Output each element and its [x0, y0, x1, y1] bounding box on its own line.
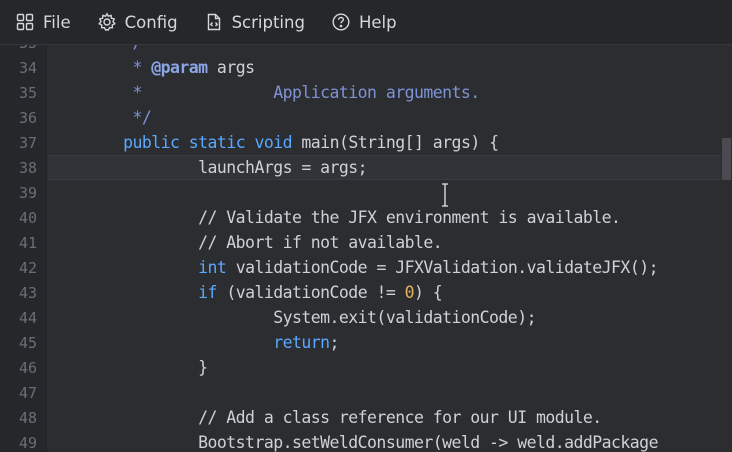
code-line: 40 // Validate the JFX environment is av…	[0, 205, 732, 230]
menu-help[interactable]: Help	[315, 0, 407, 45]
code-text: // Abort if not available.	[48, 233, 443, 252]
menu-bar: File Config Scripting Help	[0, 0, 732, 45]
scrollbar-thumb[interactable]	[722, 138, 731, 180]
menu-help-label: Help	[358, 12, 397, 32]
code-text: }	[48, 358, 208, 377]
code-text: * @param args	[48, 58, 255, 77]
code-line: 43 if (validationCode != 0) {	[0, 280, 732, 305]
line-number: 34	[19, 58, 38, 77]
line-number: 49	[19, 433, 38, 452]
line-number: 46	[19, 358, 38, 377]
line-number: 40	[19, 208, 38, 227]
menu-config-label: Config	[124, 12, 178, 32]
code-line: 39	[0, 180, 732, 205]
code-text: int validationCode = JFXValidation.valid…	[198, 258, 658, 277]
script-file-icon	[204, 12, 224, 32]
line-number: 47	[19, 383, 38, 402]
menu-file[interactable]: File	[0, 0, 81, 45]
gear-icon	[97, 12, 117, 32]
code-text: Bootstrap.setWeldConsumer(weld -> weld.a…	[48, 433, 658, 452]
line-number: 35	[19, 83, 38, 102]
code-line: 33 /	[0, 45, 732, 55]
code-text: public static void main(String[] args) {	[123, 133, 499, 152]
code-text: if (validationCode != 0) {	[198, 283, 443, 302]
code-text: /	[48, 45, 142, 55]
code-line: 41 // Abort if not available.	[0, 230, 732, 255]
code-text: return;	[273, 333, 339, 352]
code-lines: 33 / 34 * @param args 35 * Application a…	[0, 45, 732, 452]
line-number: 45	[19, 333, 38, 352]
grid-icon	[15, 12, 35, 32]
code-text: // Add a class reference for our UI modu…	[48, 408, 602, 427]
menu-file-label: File	[43, 12, 71, 32]
help-circle-icon	[331, 12, 351, 32]
line-number: 48	[19, 408, 38, 427]
code-line-current: 38 launchArgs = args;	[0, 155, 732, 180]
code-line: 42 int validationCode = JFXValidation.va…	[0, 255, 732, 280]
text-cursor-icon	[442, 183, 448, 207]
menu-scripting-label: Scripting	[231, 12, 305, 32]
code-line: 34 * @param args	[0, 55, 732, 80]
code-editor[interactable]: 33 / 34 * @param args 35 * Application a…	[0, 45, 732, 452]
line-number: 39	[19, 183, 38, 202]
code-text: System.exit(validationCode);	[48, 308, 536, 327]
line-number: 33	[0, 45, 47, 52]
code-text: */	[48, 108, 152, 127]
code-line: 44 System.exit(validationCode);	[0, 305, 732, 330]
menu-scripting[interactable]: Scripting	[188, 0, 315, 45]
code-line: 46 }	[0, 355, 732, 380]
code-line: 37 public static void main(String[] args…	[0, 130, 732, 155]
line-number: 42	[19, 258, 38, 277]
code-text: * Application arguments.	[48, 83, 480, 102]
line-number: 38	[19, 158, 38, 177]
code-line: 48 // Add a class reference for our UI m…	[0, 405, 732, 430]
line-number: 44	[19, 308, 38, 327]
code-text: launchArgs = args;	[48, 158, 368, 177]
code-line: 47	[0, 380, 732, 405]
code-line: 49 Bootstrap.setWeldConsumer(weld -> wel…	[0, 430, 732, 452]
line-number: 43	[19, 283, 38, 302]
code-line: 35 * Application arguments.	[0, 80, 732, 105]
menu-config[interactable]: Config	[81, 0, 188, 45]
code-line: 45 return;	[0, 330, 732, 355]
code-text: // Validate the JFX environment is avail…	[48, 208, 621, 227]
line-number: 41	[19, 233, 38, 252]
line-number: 37	[19, 133, 38, 152]
line-number: 36	[19, 108, 38, 127]
vertical-scrollbar[interactable]	[721, 45, 732, 452]
code-line: 36 */	[0, 105, 732, 130]
